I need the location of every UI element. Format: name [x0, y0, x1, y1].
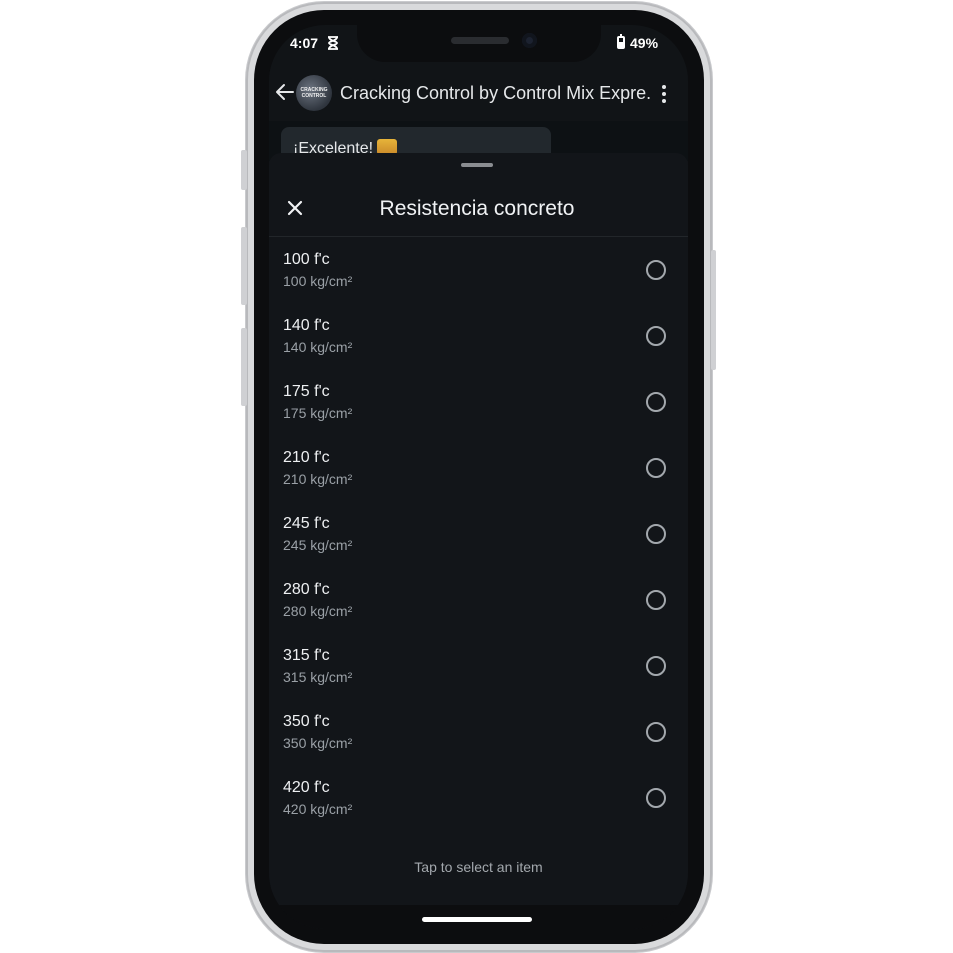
- chat-title[interactable]: Cracking Control by Control Mix Expre...: [340, 83, 652, 104]
- hourglass-icon: [328, 36, 338, 50]
- option-row[interactable]: 420 f'c 420 kg/cm²: [269, 769, 688, 835]
- option-row[interactable]: 175 f'c 175 kg/cm²: [269, 373, 688, 439]
- option-value: 140 kg/cm²: [283, 339, 353, 355]
- option-value: 280 kg/cm²: [283, 603, 353, 619]
- radio-unselected-icon[interactable]: [646, 524, 666, 544]
- radio-unselected-icon[interactable]: [646, 458, 666, 478]
- option-value: 210 kg/cm²: [283, 471, 353, 487]
- option-label: 315 f'c: [283, 647, 330, 664]
- option-label: 245 f'c: [283, 515, 330, 532]
- option-row[interactable]: 210 f'c 210 kg/cm²: [269, 439, 688, 505]
- status-time: 4:07: [290, 35, 319, 51]
- side-button: [241, 150, 247, 190]
- option-label: 210 f'c: [283, 449, 330, 466]
- option-row[interactable]: 350 f'c 350 kg/cm²: [269, 703, 688, 769]
- option-value: 245 kg/cm²: [283, 537, 353, 553]
- option-value: 175 kg/cm²: [283, 405, 353, 421]
- option-row[interactable]: 140 f'c 140 kg/cm²: [269, 307, 688, 373]
- option-label: 420 f'c: [283, 779, 330, 796]
- sheet-header: Resistencia concreto: [269, 183, 688, 237]
- screen: ¡Excelente! 4:07 49% CRACKING CONTROL Cr…: [269, 25, 688, 929]
- side-button: [711, 250, 716, 370]
- radio-unselected-icon[interactable]: [646, 260, 666, 280]
- option-row[interactable]: 245 f'c 245 kg/cm²: [269, 505, 688, 571]
- kebab-menu-icon[interactable]: [661, 84, 667, 104]
- radio-unselected-icon[interactable]: [646, 656, 666, 676]
- option-row[interactable]: 315 f'c 315 kg/cm²: [269, 637, 688, 703]
- option-value: 420 kg/cm²: [283, 801, 353, 817]
- back-arrow-icon[interactable]: [275, 82, 295, 102]
- option-value: 350 kg/cm²: [283, 735, 353, 751]
- option-label: 350 f'c: [283, 713, 330, 730]
- radio-unselected-icon[interactable]: [646, 326, 666, 346]
- option-row[interactable]: 280 f'c 280 kg/cm²: [269, 571, 688, 637]
- side-button: [241, 227, 247, 305]
- notch: [357, 25, 601, 62]
- option-label: 175 f'c: [283, 383, 330, 400]
- option-label: 100 f'c: [283, 251, 330, 268]
- home-indicator[interactable]: [422, 917, 532, 922]
- front-camera: [522, 33, 537, 48]
- radio-unselected-icon[interactable]: [646, 788, 666, 808]
- sheet-footer-hint: Tap to select an item: [414, 859, 543, 875]
- sheet-title: Resistencia concreto: [379, 197, 575, 220]
- status-battery: 49%: [630, 35, 659, 51]
- option-value: 315 kg/cm²: [283, 669, 353, 685]
- app-bar: CRACKING CONTROL Cracking Control by Con…: [269, 67, 688, 121]
- avatar[interactable]: CRACKING CONTROL: [296, 75, 332, 111]
- option-value: 100 kg/cm²: [283, 273, 353, 289]
- drag-handle[interactable]: [461, 163, 493, 167]
- bottom-sheet: Resistencia concreto 100 f'c 100 kg/cm² …: [269, 153, 688, 929]
- option-label: 280 f'c: [283, 581, 330, 598]
- option-label: 140 f'c: [283, 317, 330, 334]
- side-button: [241, 328, 247, 406]
- speaker-grille: [451, 37, 509, 44]
- battery-icon: [617, 34, 625, 49]
- option-list: 100 f'c 100 kg/cm² 140 f'c 140 kg/cm² 17…: [269, 241, 688, 835]
- radio-unselected-icon[interactable]: [646, 722, 666, 742]
- radio-unselected-icon[interactable]: [646, 392, 666, 412]
- radio-unselected-icon[interactable]: [646, 590, 666, 610]
- option-row[interactable]: 100 f'c 100 kg/cm²: [269, 241, 688, 307]
